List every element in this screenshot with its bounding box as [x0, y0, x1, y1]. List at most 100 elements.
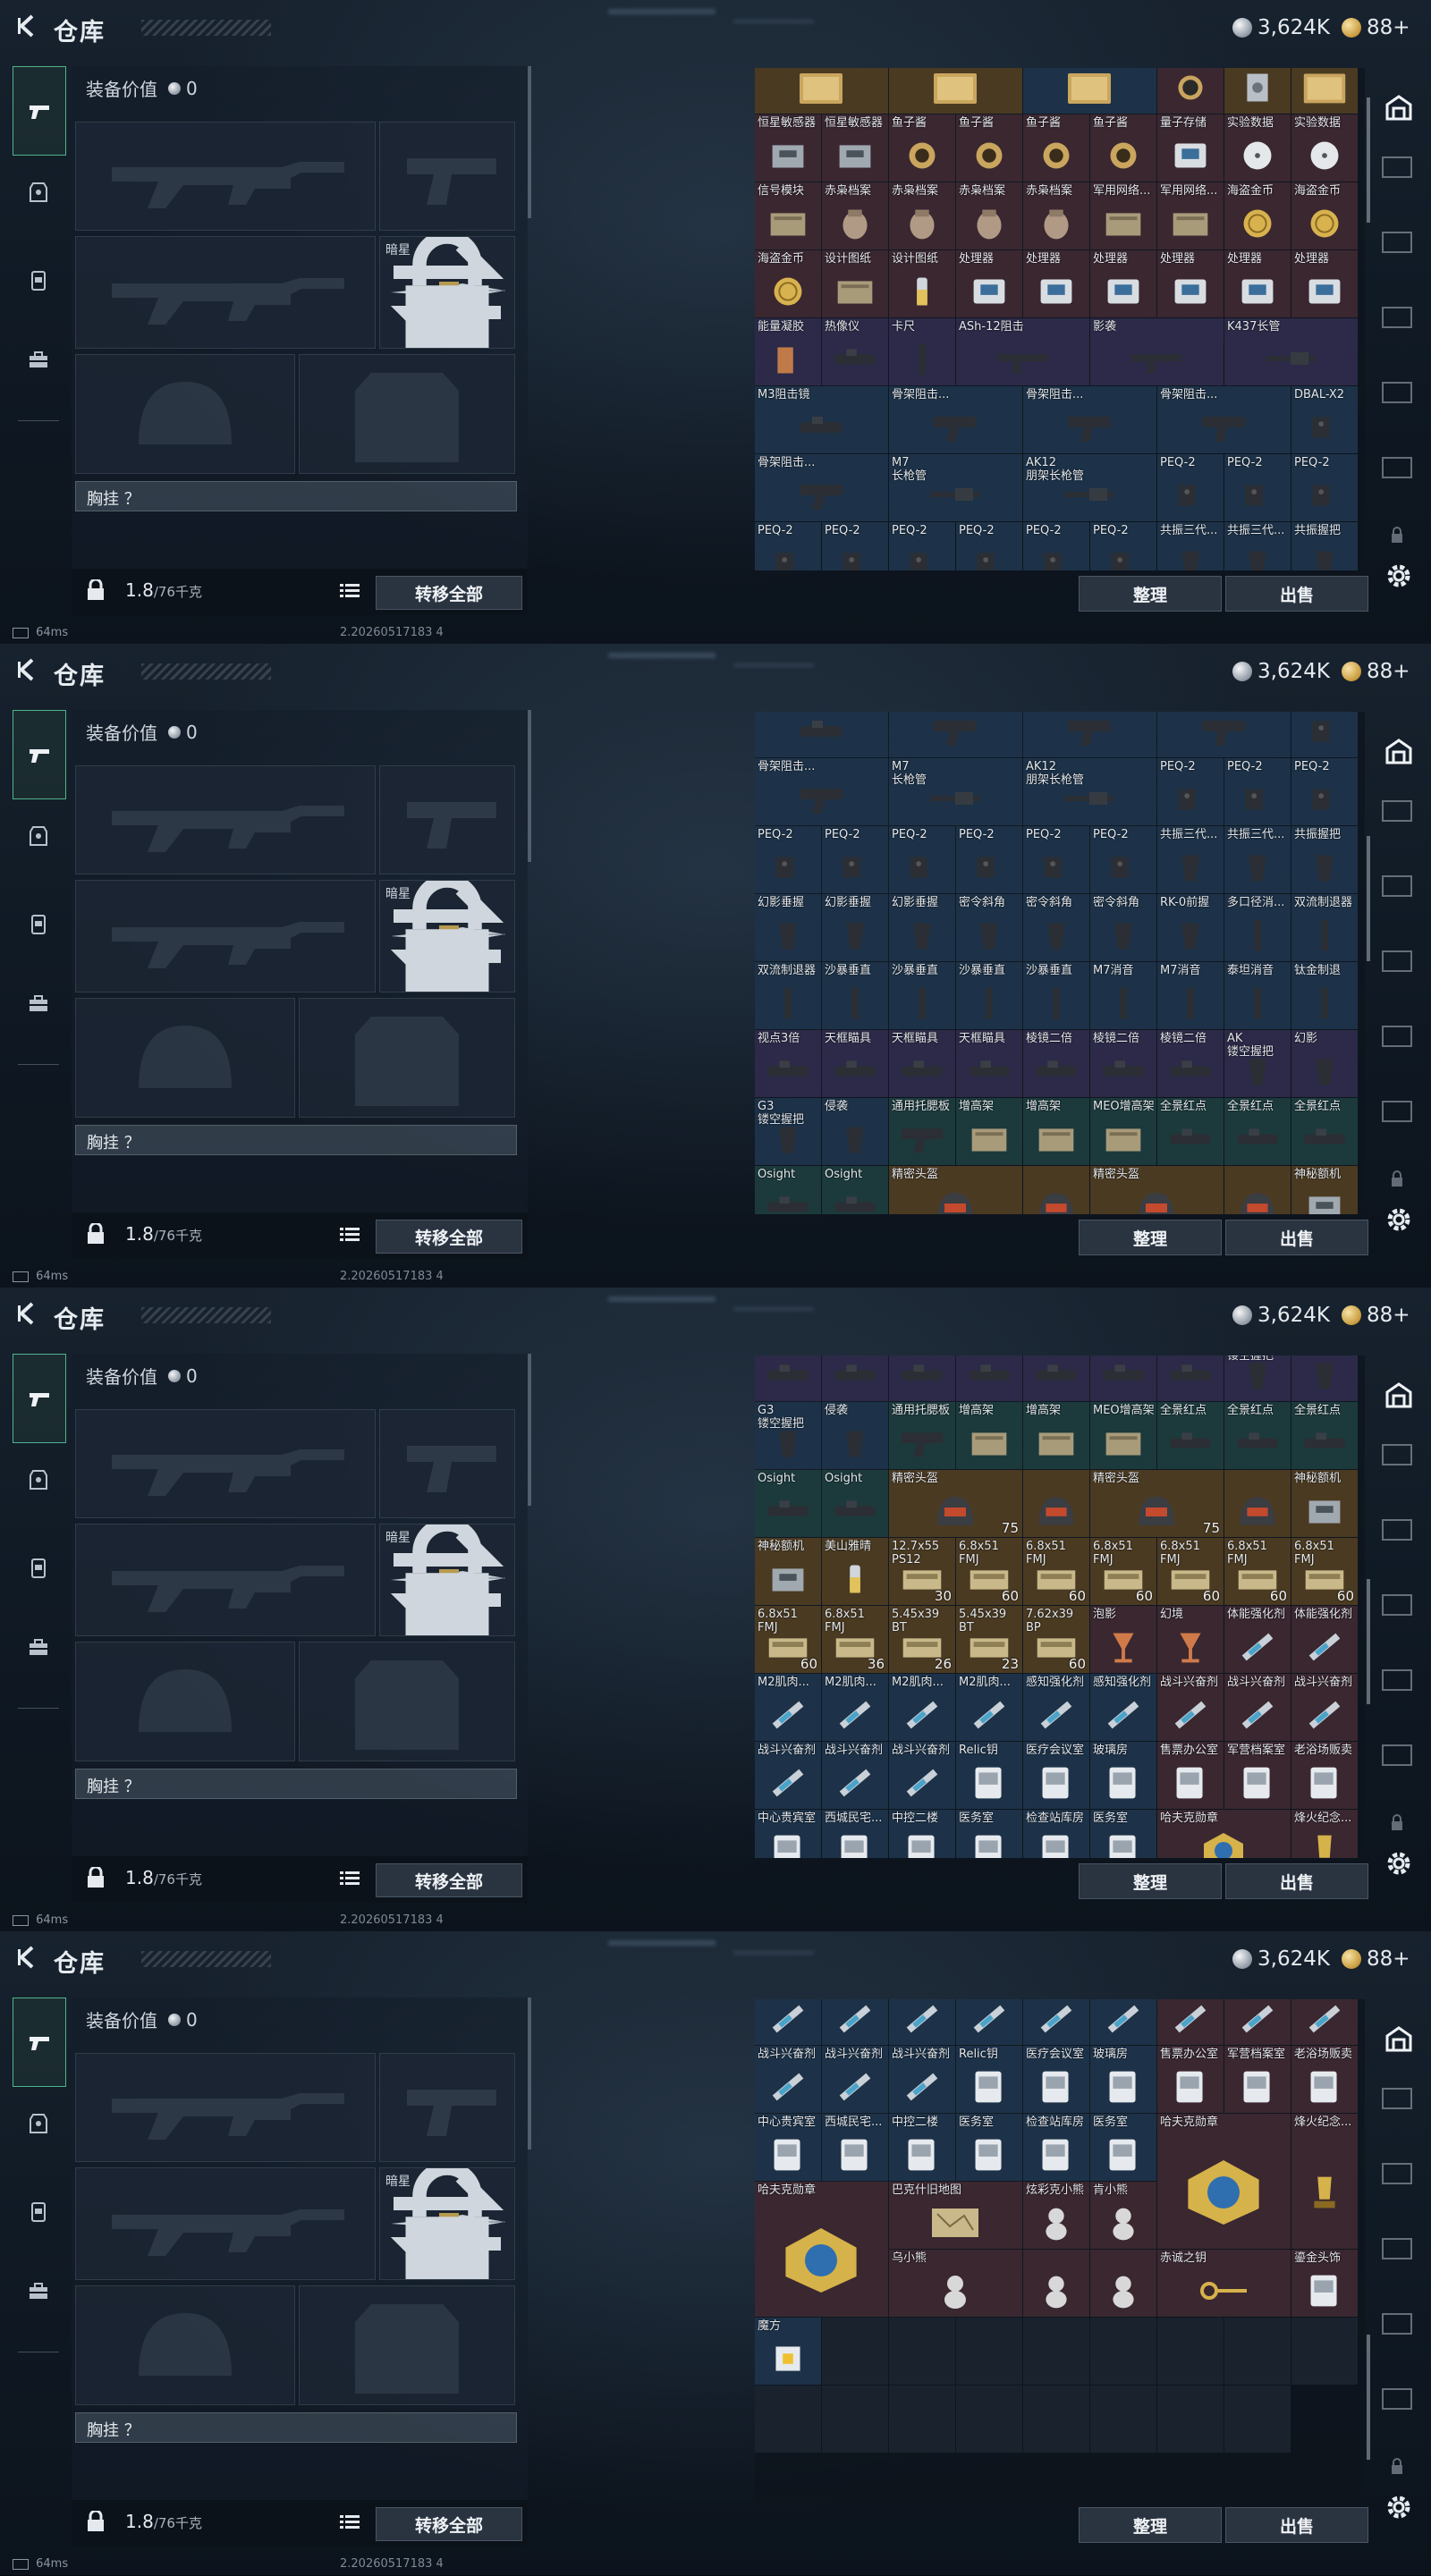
stash-item[interactable]: 卡尺: [889, 318, 955, 385]
stash-item[interactable]: 检查站库房: [1023, 1810, 1089, 1858]
stash-item[interactable]: 能量凝胶: [755, 318, 821, 385]
stash-item[interactable]: 烽火纪念...: [1291, 1810, 1358, 1858]
transfer-all-button[interactable]: 转移全部: [376, 576, 522, 610]
nav-armor[interactable]: [13, 166, 64, 218]
stash-item[interactable]: 赤枭档案: [889, 182, 955, 249]
stash-tab-1[interactable]: [1379, 796, 1418, 830]
stash-tab-4[interactable]: [1379, 2309, 1418, 2343]
stash-item[interactable]: 棱镜二倍: [1023, 1356, 1089, 1401]
stash-item[interactable]: 鱼子酱: [1090, 114, 1156, 182]
stash-item[interactable]: 实验数据: [1291, 114, 1358, 182]
sell-button[interactable]: 出售: [1225, 1220, 1368, 1255]
stash-item[interactable]: 增高架: [1023, 1402, 1089, 1469]
stash-item[interactable]: 天框瞄具: [822, 1030, 888, 1097]
stash-item[interactable]: PEQ-2: [956, 826, 1022, 893]
stash-item[interactable]: PEQ-2: [822, 826, 888, 893]
lock-tab[interactable]: [1379, 520, 1418, 543]
stash-item[interactable]: M7消音: [1157, 962, 1224, 1029]
stash-item[interactable]: PEQ-2: [822, 522, 888, 570]
stash-tab-4[interactable]: [1379, 377, 1418, 411]
stash-item[interactable]: 卫队档案: [1023, 68, 1156, 114]
stash-item[interactable]: 名贵机械表: [1157, 68, 1224, 114]
stash-item[interactable]: PEQ-2: [1090, 826, 1156, 893]
stash-item[interactable]: 医务室: [956, 2114, 1022, 2181]
stash-item[interactable]: 密令斜角: [1023, 894, 1089, 961]
stash-item[interactable]: 信号模块: [755, 182, 821, 249]
stash-item[interactable]: DBAL-X2: [1291, 712, 1358, 757]
stash-item[interactable]: PEQ-2: [1224, 758, 1291, 825]
stash-item[interactable]: 通用托腮板: [889, 1402, 955, 1469]
gold-currency[interactable]: 88+: [1342, 1304, 1410, 1327]
stash-item[interactable]: 棱镜二倍: [1090, 1030, 1156, 1097]
stash-scrollbar[interactable]: [1367, 1578, 1370, 1704]
stash-item[interactable]: 幻境: [1157, 1606, 1224, 1673]
warehouse-tab[interactable]: [1376, 2015, 1422, 2062]
stash-item[interactable]: 战斗兴奋剂: [1291, 1999, 1358, 2045]
stash-item[interactable]: 体能强化剂: [1224, 1606, 1291, 1673]
stash-item[interactable]: AK12 朋架长枪管: [1023, 758, 1156, 825]
nav-weapons[interactable]: [13, 66, 66, 156]
stash-item[interactable]: 6.8x51 FMJ 60: [1023, 1538, 1089, 1605]
armor-slot[interactable]: [299, 1642, 515, 1761]
chest-rig-bar[interactable]: 胸挂 ？: [75, 1125, 517, 1155]
stash-item[interactable]: 骨架阻击...: [755, 454, 888, 521]
stash-item[interactable]: 沙暴垂直: [822, 962, 888, 1029]
stash-item[interactable]: 骨架阻击...: [1023, 712, 1156, 757]
stash-item[interactable]: 老浴场贩卖: [1291, 1742, 1358, 1809]
stash-tab-5[interactable]: [1379, 1740, 1418, 1774]
nav-case[interactable]: [13, 978, 64, 1030]
stash-item[interactable]: 售票办公室: [1157, 1742, 1224, 1809]
stash-item[interactable]: MEO增高架: [1090, 1402, 1156, 1469]
nav-backpack[interactable]: [13, 254, 64, 306]
stash-item[interactable]: 共振握把: [1291, 522, 1358, 570]
stash-item[interactable]: 6.8x51 FMJ 60: [1224, 1538, 1291, 1605]
stash-item[interactable]: K437长管: [1224, 318, 1358, 385]
transfer-all-button[interactable]: 转移全部: [376, 1863, 522, 1897]
stash-item[interactable]: 实验数据: [1224, 114, 1291, 182]
stash-item[interactable]: G3 镂空握把: [755, 1402, 821, 1469]
sell-button[interactable]: 出售: [1225, 576, 1368, 612]
stash-item[interactable]: 全景红点: [1157, 1098, 1224, 1165]
stash-item[interactable]: Osight: [822, 1166, 888, 1214]
stash-item[interactable]: 老浴场贩卖: [1291, 2046, 1358, 2113]
stash-item[interactable]: 沙暴垂直: [1023, 962, 1089, 1029]
stash-item[interactable]: Relic钥: [956, 1742, 1022, 1809]
stash-item[interactable]: 赤枭档案: [822, 182, 888, 249]
gold-currency[interactable]: 88+: [1342, 660, 1410, 683]
stash-item[interactable]: 赤枭档案: [1023, 182, 1089, 249]
stash-item[interactable]: PEQ-2: [755, 826, 821, 893]
nav-case[interactable]: [13, 334, 64, 386]
stash-item[interactable]: 感知强化剂: [1023, 1674, 1089, 1741]
stash-item[interactable]: 战斗兴奋剂: [755, 2046, 821, 2113]
stash-item[interactable]: [1023, 1166, 1089, 1214]
chest-rig-bar[interactable]: 胸挂 ？: [75, 1769, 517, 1799]
nav-backpack[interactable]: [13, 2185, 64, 2237]
stash-item[interactable]: 12.7x55 PS12 30: [889, 1538, 955, 1605]
armor-slot[interactable]: [299, 998, 515, 1118]
stash-item[interactable]: 骨架阻击...: [889, 386, 1022, 453]
stash-item[interactable]: PEQ-2: [1157, 758, 1224, 825]
nav-weapons[interactable]: [13, 1997, 66, 2087]
chest-rig-bar[interactable]: 胸挂 ？: [75, 481, 517, 511]
stash-item[interactable]: 影袭: [1090, 318, 1224, 385]
stash-scrollbar[interactable]: [1367, 2335, 1370, 2460]
transfer-all-button[interactable]: 转移全部: [376, 2507, 522, 2541]
stash-item[interactable]: 多口径消...: [1224, 894, 1291, 961]
stash-item[interactable]: 战斗兴奋剂: [1224, 1674, 1291, 1741]
list-icon[interactable]: [340, 1227, 360, 1243]
warehouse-tab[interactable]: [1376, 728, 1422, 774]
stash-item[interactable]: 视点3倍: [755, 1030, 821, 1097]
stash-tab-5[interactable]: [1379, 1096, 1418, 1130]
primary-weapon-slot[interactable]: [75, 122, 376, 231]
stash-item[interactable]: Osight: [755, 1470, 821, 1537]
stash-item[interactable]: 全景红点: [1224, 1098, 1291, 1165]
stash-item[interactable]: RK-0前握: [1157, 894, 1224, 961]
stash-item[interactable]: 天框瞄具: [889, 1030, 955, 1097]
secondary-weapon-slot[interactable]: [75, 1524, 376, 1636]
stash-item[interactable]: 处理器: [956, 250, 1022, 317]
stash-scrollbar[interactable]: [1367, 97, 1370, 223]
lock-tab[interactable]: [1379, 1164, 1418, 1187]
stash-item[interactable]: 幻影垂握: [889, 894, 955, 961]
stash-item[interactable]: 6.8x51 FMJ 60: [1291, 1538, 1358, 1605]
stash-item[interactable]: 处理器: [1157, 250, 1224, 317]
